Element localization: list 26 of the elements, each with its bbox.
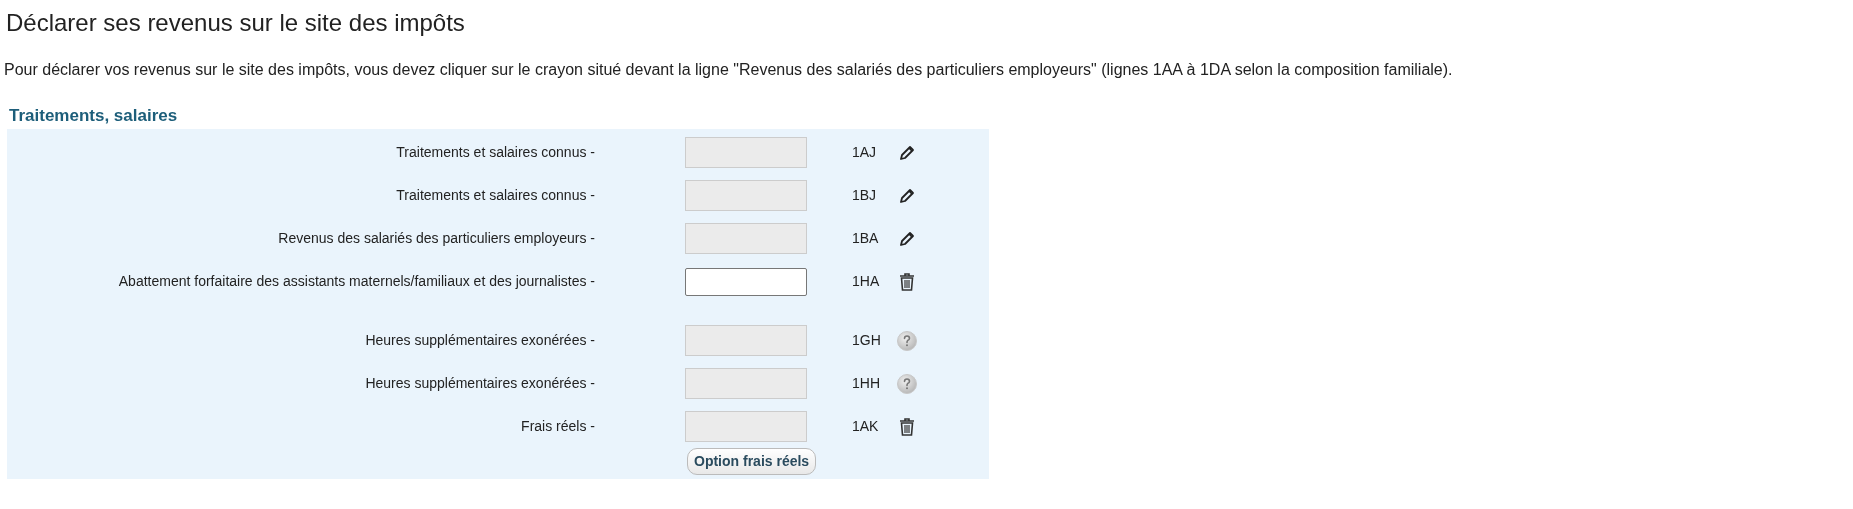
field-label: Traitements et salaires connus -: [396, 143, 595, 162]
pencil-icon[interactable]: [898, 186, 916, 205]
help-icon[interactable]: [896, 329, 918, 352]
page-title: Déclarer ses revenus sur le site des impôts: [6, 8, 466, 38]
trash-icon[interactable]: [898, 416, 916, 437]
field-label: Heures supplémentaires exonérées -: [365, 331, 595, 350]
intro-paragraph: Pour déclarer vos revenus sur le site des impôts, vous devez cliquer sur le crayon situé devant la ligne "Revenus des salariés des particuliers employeurs" (lignes 1AA à 1DA selon la composition familiale).: [4, 60, 1454, 80]
field-label: Frais réels -: [521, 417, 595, 436]
box-code: 1AJ: [852, 143, 878, 162]
box-code: 1GH: [852, 331, 882, 350]
pencil-icon[interactable]: [898, 143, 916, 162]
trash-icon[interactable]: [898, 271, 916, 292]
amount-field[interactable]: [685, 267, 807, 296]
field-label: Abattement forfaitaire des assistants maternels/familiaux et des journalistes -: [118, 272, 595, 291]
help-icon[interactable]: [896, 372, 918, 395]
option-button[interactable]: Option frais réels: [687, 448, 817, 475]
box-code: 1AK: [852, 417, 880, 436]
box-code: 1BA: [852, 229, 880, 248]
field-label: Heures supplémentaires exonérées -: [365, 374, 595, 393]
pencil-icon[interactable]: [898, 229, 916, 248]
field-label: Traitements et salaires connus -: [396, 186, 595, 205]
box-code: 1HA: [852, 272, 881, 291]
section-title: Traitements, salaires: [9, 106, 179, 126]
box-code: 1BJ: [852, 186, 878, 205]
field-label: Revenus des salariés des particuliers employeurs -: [278, 229, 595, 248]
box-code: 1HH: [852, 374, 881, 393]
